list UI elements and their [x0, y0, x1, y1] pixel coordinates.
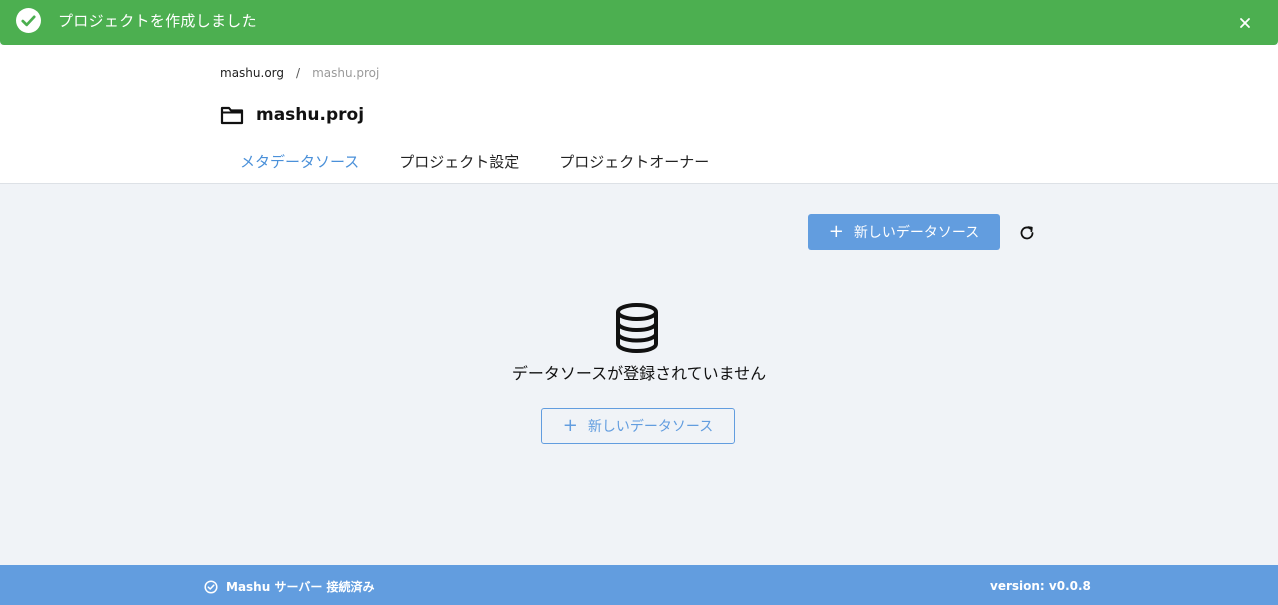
- version-label: version: v0.0.8: [990, 579, 1091, 593]
- breadcrumb-separator: /: [296, 66, 301, 80]
- breadcrumb-current-project: mashu.proj: [312, 66, 380, 80]
- check-circle-icon: [16, 8, 41, 33]
- empty-state-new-datasource-button[interactable]: + 新しいデータソース: [541, 408, 735, 444]
- plus-icon: +: [562, 415, 578, 436]
- server-status-text: Mashu サーバー 接続済み: [226, 580, 375, 594]
- new-datasource-button[interactable]: + 新しいデータソース: [808, 214, 1000, 250]
- tab-project-settings[interactable]: プロジェクト設定: [379, 141, 539, 184]
- breadcrumb-org-link[interactable]: mashu.org: [220, 65, 284, 81]
- folder-icon: [220, 106, 244, 125]
- status-footer: Mashu サーバー 接続済み version: v0.0.8: [0, 565, 1278, 605]
- project-header: mashu.org / mashu.proj mashu.proj メタデータソ…: [0, 45, 1278, 184]
- page-title-row: mashu.proj: [220, 103, 364, 127]
- success-toast: プロジェクトを作成しました: [0, 0, 1278, 45]
- tab-bar: メタデータソース プロジェクト設定 プロジェクトオーナー: [220, 141, 729, 184]
- database-icon: [616, 303, 658, 353]
- tab-project-owners[interactable]: プロジェクトオーナー: [539, 141, 729, 184]
- empty-state-message: データソースが登録されていません: [511, 364, 767, 383]
- close-icon[interactable]: [1236, 14, 1254, 32]
- toast-message: プロジェクトを作成しました: [58, 12, 257, 30]
- page-title: mashu.proj: [256, 105, 365, 125]
- empty-state-button-label: 新しいデータソース: [587, 419, 714, 435]
- refresh-icon[interactable]: [1018, 224, 1036, 242]
- breadcrumb: mashu.org / mashu.proj: [220, 65, 379, 81]
- plus-icon: +: [828, 221, 844, 242]
- server-status: Mashu サーバー 接続済み: [204, 578, 375, 595]
- check-circle-outline-icon: [204, 579, 218, 594]
- new-datasource-button-label: 新しいデータソース: [853, 225, 980, 241]
- tab-metadata-sources[interactable]: メタデータソース: [220, 141, 379, 184]
